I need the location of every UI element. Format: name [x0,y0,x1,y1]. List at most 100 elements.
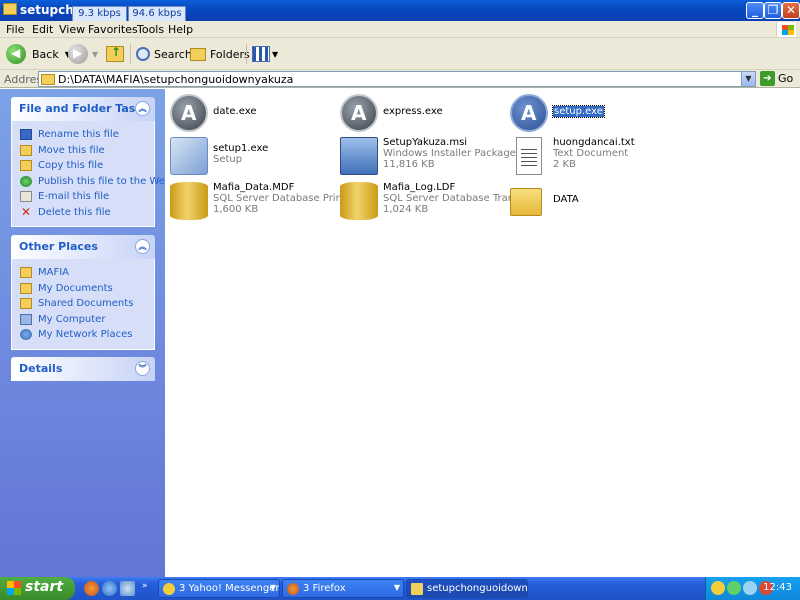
application-icon: A [170,94,208,132]
delete-icon: ✕ [20,204,32,219]
file-type: Text Document [553,148,629,159]
system-tray: 12:43 [705,577,800,600]
my-documents-icon [20,282,32,294]
minimize-button[interactable]: _ [746,2,764,19]
collapse-icon[interactable]: ︽ [135,101,150,116]
chevron-down-icon: ▼ [393,583,400,592]
messenger-tray-icon[interactable] [711,581,725,595]
file-size: 2 KB [553,159,576,170]
firefox-icon [287,583,299,595]
details-panel: Details ︾ [11,357,155,381]
place-my-computer[interactable]: My Computer [20,312,154,328]
chevron-down-icon: ▼ [92,49,99,59]
place-label: MAFIA [38,267,70,279]
up-folder-button[interactable]: ↑ [106,42,124,66]
setup-icon [170,137,208,175]
task-label: Publish this file to the Web [38,175,172,187]
back-label: Back [32,47,59,61]
email-icon [20,191,32,203]
expand-icon[interactable]: ︾ [135,361,150,376]
folders-label: Folders [210,47,250,61]
task-label: setupchonguoidowny... [427,583,528,594]
windows-logo-icon [7,581,21,595]
forward-arrow-icon: ▶ [68,44,88,64]
panel-title: Details [19,362,63,375]
title-bar[interactable]: setupchong 9.3 kbps 94.6 kbps _ ❐ ✕ [0,0,800,22]
search-icon [136,47,150,61]
internet-explorer-icon[interactable] [102,581,117,596]
address-dropdown-button[interactable]: ▼ [741,72,755,86]
task-rename[interactable]: Rename this file [20,127,154,143]
folder-icon [190,47,206,61]
folder-icon [411,583,423,595]
place-shared-documents[interactable]: Shared Documents [20,296,154,312]
quicklaunch-overflow-icon[interactable]: » [142,581,148,591]
network-tray-icon[interactable] [727,581,741,595]
file-name: DATA [553,194,579,205]
menu-file[interactable]: File [6,23,24,36]
yahoo-messenger-icon [163,583,175,595]
panel-header[interactable]: File and Folder Tasks ︽ [11,97,155,121]
toolbar: ◀ Back ▼ ▶ ▼ ↑ Search Folders ▼ [0,38,800,70]
maximize-button[interactable]: ❐ [764,2,782,19]
task-label: 3 Yahoo! Messenger [179,583,280,594]
taskbar-item-explorer[interactable]: setupchonguoidowny... [406,579,528,598]
taskbar-item-firefox[interactable]: 3 Firefox ▼ [282,579,404,598]
task-move[interactable]: Move this file [20,143,154,159]
copy-icon [20,160,32,172]
menu-tools[interactable]: Tools [137,23,164,36]
menu-bar: File Edit View Favorites Tools Help [0,21,800,38]
net-download-rate: 94.6 kbps [128,6,186,22]
file-name: date.exe [213,106,257,117]
collapse-icon[interactable]: ︽ [135,239,150,254]
chevron-down-icon: ▼ [269,583,276,592]
folders-button[interactable]: Folders [190,42,250,66]
start-label: start [25,579,64,595]
place-my-network[interactable]: My Network Places [20,327,154,343]
file-size: 11,816 KB [383,159,435,170]
panel-header[interactable]: Details ︾ [11,357,155,381]
panel-header[interactable]: Other Places ︽ [11,235,155,259]
rename-icon [20,129,32,141]
views-button[interactable]: ▼ [252,42,278,66]
place-label: My Computer [38,313,106,325]
go-button[interactable]: ➔ Go [760,71,793,86]
panel-title: File and Folder Tasks [19,102,150,115]
task-copy[interactable]: Copy this file [20,158,154,174]
place-mafia[interactable]: MAFIA [20,265,154,281]
panel-title: Other Places [19,240,98,253]
firefox-quicklaunch-icon[interactable] [84,581,99,596]
task-email[interactable]: E-mail this file [20,189,154,205]
menu-view[interactable]: View [59,23,85,36]
folder-icon [41,74,55,85]
installer-package-icon [340,137,378,175]
place-my-documents[interactable]: My Documents [20,281,154,297]
search-button[interactable]: Search [136,42,192,66]
task-label: E-mail this file [38,191,110,203]
menu-help[interactable]: Help [168,23,193,36]
menu-edit[interactable]: Edit [32,23,53,36]
show-desktop-icon[interactable] [120,581,135,596]
task-publish[interactable]: Publish this file to the Web [20,174,171,190]
start-button[interactable]: start [0,577,75,600]
place-label: My Documents [38,282,113,294]
back-button[interactable]: ◀ Back ▼ [6,42,71,66]
clock[interactable]: 12:43 [763,582,792,593]
menu-favorites[interactable]: Favorites [88,23,138,36]
task-label: 3 Firefox [303,583,346,594]
file-name: setup1.exe [213,143,269,154]
taskbar-item-yahoo[interactable]: 3 Yahoo! Messenger ▼ [158,579,280,598]
task-label: Copy this file [38,160,104,172]
panel-body: MAFIA My Documents Shared Documents My C… [11,259,155,350]
up-folder-icon: ↑ [106,45,124,62]
application-icon: A [510,94,548,132]
close-button[interactable]: ✕ [782,2,800,19]
forward-button[interactable]: ▶ ▼ [68,42,98,66]
volume-tray-icon[interactable] [743,581,757,595]
computer-icon [20,313,32,325]
address-input[interactable]: D:\DATA\MAFIA\setupchonguoidownyakuza ▼ [38,71,756,87]
explorer-window: setupchong 9.3 kbps 94.6 kbps _ ❐ ✕ File… [0,0,800,577]
go-arrow-icon: ➔ [760,71,775,86]
place-label: Shared Documents [38,298,134,310]
task-delete[interactable]: ✕ Delete this file [20,205,154,221]
